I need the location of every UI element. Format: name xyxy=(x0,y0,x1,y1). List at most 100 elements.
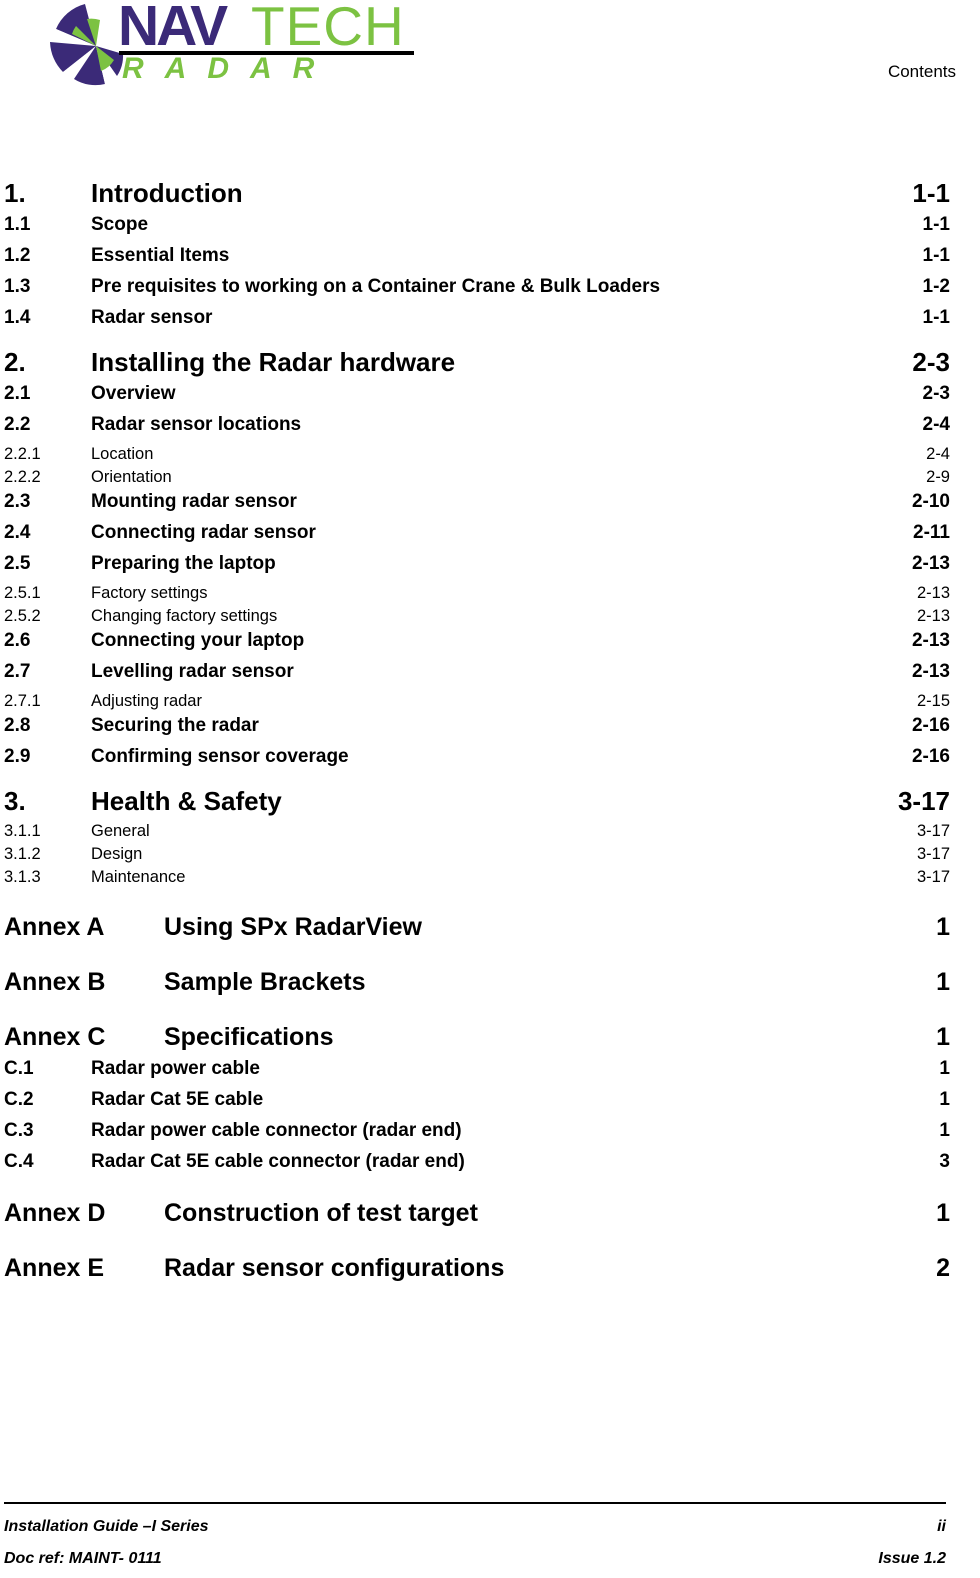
toc-entry[interactable]: 2.5.2 Changing factory settings 2-13 xyxy=(0,607,950,626)
footer-document-title: Installation Guide –I Series xyxy=(4,1518,209,1535)
toc-entry-title: Levelling radar sensor xyxy=(91,661,294,682)
toc-entry-title: Radar sensor xyxy=(91,307,213,328)
toc-entry-title: Using SPx RadarView xyxy=(164,913,422,941)
toc-entry-title: Orientation xyxy=(91,468,172,486)
toc-entry-title: Radar sensor locations xyxy=(91,414,302,435)
toc-entry-title: Construction of test target xyxy=(164,1199,478,1227)
toc-entry[interactable]: 2.6 Connecting your laptop 2-13 xyxy=(0,630,950,652)
navtech-radar-logo: NAV TECH RADAR xyxy=(40,0,425,86)
toc-entry[interactable]: 3.1.2 Design 3-17 xyxy=(0,845,950,864)
toc-entry-page: 1-1 xyxy=(922,307,950,328)
toc-entry-number: Annex D xyxy=(4,1199,106,1227)
toc-entry[interactable]: 1.1 Scope 1-1 xyxy=(0,214,950,236)
toc-entry[interactable]: 1.2 Essential Items 1-1 xyxy=(0,245,950,267)
toc-entry-page: 1 xyxy=(936,968,950,996)
navtech-radar-pinwheel-logo-icon xyxy=(50,4,124,86)
toc-entry-page: 2-13 xyxy=(911,553,950,574)
toc-entry-title: Confirming sensor coverage xyxy=(91,746,349,767)
toc-entry[interactable]: 2.9 Confirming sensor coverage 2-16 xyxy=(0,746,950,768)
toc-entry-number: Annex B xyxy=(4,968,106,996)
toc-entry-number: C.4 xyxy=(4,1151,34,1172)
toc-entry[interactable]: 1.3 Pre requisites to working on a Contai… xyxy=(0,276,950,298)
toc-entry-number: Annex E xyxy=(4,1254,105,1282)
toc-entry-title: Changing factory settings xyxy=(91,607,278,625)
toc-entry-page: 3-17 xyxy=(916,845,950,863)
toc-entry-page: 1 xyxy=(939,1058,950,1079)
toc-entry-number: 2.3 xyxy=(4,491,31,512)
toc-entry-number: C.1 xyxy=(4,1058,34,1079)
toc-entry-number: C.2 xyxy=(4,1089,34,1110)
toc-entry[interactable]: 2. Installing the Radar hardware 2-3 xyxy=(0,347,950,378)
toc-entry[interactable]: Annex E Radar sensor configurations 2 xyxy=(0,1254,950,1283)
toc-entry-page: 1-2 xyxy=(922,276,950,297)
table-of-contents: 1. Introduction 1-1 1.1 Scope 1-1 1.2 Essential… xyxy=(0,160,980,1289)
toc-entry-title: Installing the Radar hardware xyxy=(91,347,456,377)
toc-entry-page: 2-4 xyxy=(926,445,950,463)
toc-entry[interactable]: Annex C Specifications 1 xyxy=(0,1023,950,1052)
toc-entry-title: Location xyxy=(91,445,154,463)
toc-entry[interactable]: 2.7 Levelling radar sensor 2-13 xyxy=(0,661,950,683)
toc-entry[interactable]: 2.5.1 Factory settings 2-13 xyxy=(0,584,950,603)
toc-entry-title: Connecting radar sensor xyxy=(91,522,316,543)
toc-entry-number: 2.1 xyxy=(4,383,31,404)
toc-entry[interactable]: 2.1 Overview 2-3 xyxy=(0,383,950,405)
toc-entry[interactable]: Annex A Using SPx RadarView 1 xyxy=(0,913,950,942)
toc-entry-number: 2.5.1 xyxy=(4,584,41,602)
toc-entry-title: Scope xyxy=(91,214,149,235)
footer-issue: Issue 1.2 xyxy=(878,1550,946,1567)
toc-entry-page: 1 xyxy=(936,1023,950,1051)
toc-entry-number: 2.6 xyxy=(4,630,31,651)
toc-entry-page: 2-4 xyxy=(922,414,950,435)
toc-entry-page: 2-13 xyxy=(911,661,950,682)
footer-page-number: ii xyxy=(937,1518,946,1535)
toc-entry[interactable]: Annex D Construction of test target 1 xyxy=(0,1199,950,1228)
page-title: Contents xyxy=(887,62,956,81)
toc-entry-page: 2 xyxy=(936,1254,950,1282)
toc-entry-title: Essential Items xyxy=(91,245,230,266)
toc-entry[interactable]: C.1 Radar power cable 1 xyxy=(0,1058,950,1080)
toc-entry-page: 3 xyxy=(939,1151,950,1172)
toc-entry[interactable]: 3.1.3 Maintenance 3-17 xyxy=(0,868,950,887)
toc-entry[interactable]: C.2 Radar Cat 5E cable 1 xyxy=(0,1089,950,1111)
toc-entry-number: 1.2 xyxy=(4,245,31,266)
toc-entry-number: 2.5.2 xyxy=(4,607,41,625)
toc-entry-page: 1-1 xyxy=(922,245,950,266)
toc-entry-title: Maintenance xyxy=(91,868,186,886)
toc-entry[interactable]: C.4 Radar Cat 5E cable connector (radar e… xyxy=(0,1151,950,1173)
toc-entry-title: Radar Cat 5E cable connector (radar end) xyxy=(91,1151,465,1172)
toc-entry[interactable]: 2.2 Radar sensor locations 2-4 xyxy=(0,414,950,436)
toc-entry-title: General xyxy=(91,822,150,840)
toc-entry[interactable]: 2.3 Mounting radar sensor 2-10 xyxy=(0,491,950,513)
toc-entry[interactable]: 2.2.1 Location 2-4 xyxy=(0,445,950,464)
toc-entry[interactable]: 1.4 Radar sensor 1-1 xyxy=(0,307,950,329)
toc-entry-page: 1 xyxy=(939,1089,950,1110)
toc-entry[interactable]: C.3 Radar power cable connector (radar en… xyxy=(0,1120,950,1142)
toc-entry-page: 2-9 xyxy=(926,468,950,486)
toc-entry[interactable]: 1. Introduction 1-1 xyxy=(0,178,950,209)
toc-entry-number: 3.1.1 xyxy=(4,822,41,840)
toc-entry-number: 3.1.3 xyxy=(4,868,41,886)
toc-entry-page: 1-1 xyxy=(922,214,950,235)
wordmark-nav: NAV xyxy=(118,0,228,58)
toc-entry-title: Preparing the laptop xyxy=(91,553,276,574)
toc-entry[interactable]: 3.1.1 General 3-17 xyxy=(0,822,950,841)
toc-entry[interactable]: Annex B Sample Brackets 1 xyxy=(0,968,950,997)
toc-entry-title: Sample Brackets xyxy=(164,968,366,996)
toc-entry[interactable]: 2.8 Securing the radar 2-16 xyxy=(0,715,950,737)
toc-entry[interactable]: 2.4 Connecting radar sensor 2-11 xyxy=(0,522,950,544)
toc-entry[interactable]: 2.7.1 Adjusting radar 2-15 xyxy=(0,692,950,711)
toc-entry-number: 2. xyxy=(4,347,26,377)
toc-entry[interactable]: 2.2.2 Orientation 2-9 xyxy=(0,468,950,487)
toc-entry-number: 3.1.2 xyxy=(4,845,41,863)
page-header: NAV TECH RADAR Contents xyxy=(0,0,980,110)
toc-entry[interactable]: 2.5 Preparing the laptop 2-13 xyxy=(0,553,950,575)
toc-entry-title: Mounting radar sensor xyxy=(91,491,297,512)
toc-entry-number: C.3 xyxy=(4,1120,34,1141)
toc-entry[interactable]: 3. Health & Safety 3-17 xyxy=(0,786,950,817)
toc-entry-page: 2-13 xyxy=(916,584,950,602)
toc-entry-number: 2.4 xyxy=(4,522,31,543)
toc-entry-title: Pre requisites to working on a Container… xyxy=(91,276,661,297)
toc-entry-number: Annex A xyxy=(4,913,105,941)
toc-entry-number: 2.7 xyxy=(4,661,31,682)
footer-divider-rule xyxy=(4,1502,946,1504)
